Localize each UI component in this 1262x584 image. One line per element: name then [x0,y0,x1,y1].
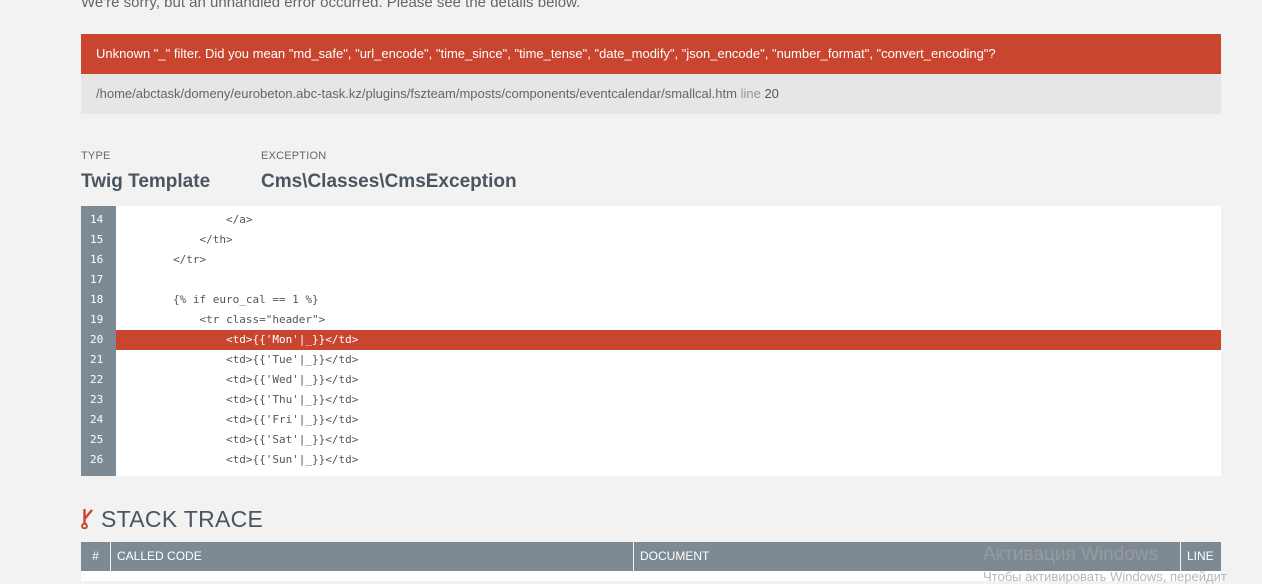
exception-value: Cms\Classes\CmsException [261,171,517,192]
error-box: Unknown "_" filter. Did you mean "md_saf… [81,34,1221,114]
branch-icon [81,507,97,530]
error-line-label: line [740,86,761,101]
code-line-number: 25 [90,433,104,446]
windows-activation-subtitle: Чтобы активировать Windows, перейдит [983,569,1227,584]
code-line-number: 22 [90,373,104,386]
type-label: TYPE [81,150,111,162]
code-line-text: <tr class="header"> [120,313,326,326]
code-line-number: 20 [90,333,104,346]
code-line-number: 21 [90,353,104,366]
stack-trace-title: STACK TRACE [101,506,264,532]
code-line-text: <td>{{'Wed'|_}}</td> [120,373,359,386]
code-line-text: <td>{{'Sun'|_}}</td> [120,453,359,466]
exception-info: EXCEPTION Cms\Classes\CmsException [261,150,517,193]
code-line-text: </tr> [120,253,207,266]
code-line: 16 </tr> [81,250,1221,270]
code-line: 24 <td>{{'Fri'|_}}</td> [81,410,1221,430]
error-file-path: /home/abctask/domeny/eurobeton.abc-task.… [96,86,737,101]
code-line-text: <td>{{'Mon'|_}}</td> [116,330,1221,350]
windows-activation-title: Активация Windows [983,544,1159,565]
code-line: 22 <td>{{'Wed'|_}}</td> [81,370,1221,390]
code-line-text: </a> [120,213,253,226]
code-line-text: <td>{{'Thu'|_}}</td> [120,393,359,406]
code-line-number: 16 [90,253,104,266]
stack-trace-heading: STACK TRACE [81,506,263,533]
code-line-number: 15 [90,233,104,246]
code-line-text: <td>{{'Fri'|_}}</td> [120,413,359,426]
code-line-text: <td>{{'Sat'|_}}</td> [120,433,359,446]
code-line-number: 19 [90,313,104,326]
code-line-text: <td>{{'Tue'|_}}</td> [120,353,359,366]
code-line: 25 <td>{{'Sat'|_}}</td> [81,430,1221,450]
type-value: Twig Template [81,171,211,192]
type-info: TYPE Twig Template [81,150,210,193]
code-line-number: 18 [90,293,104,306]
code-line-text: </th> [120,233,233,246]
exception-label: EXCEPTION [261,150,327,162]
code-line-number: 14 [90,213,104,226]
code-line: 15 </th> [81,230,1221,250]
code-line-number: 26 [90,453,104,466]
error-line-number: 20 [764,86,779,101]
column-line: LINE [1187,549,1214,563]
code-line-number: 24 [90,413,104,426]
code-line: 21 <td>{{'Tue'|_}}</td> [81,350,1221,370]
code-line: 14 </a> [81,210,1221,230]
code-line: 18 {% if euro_cal == 1 %} [81,290,1221,310]
code-line: 17 [81,270,1221,290]
column-called-code: CALLED CODE [111,542,634,571]
column-number: # [81,542,111,571]
code-line-text: {% if euro_cal == 1 %} [120,293,319,306]
code-snippet: 14 </a> 15 </th> 16 </tr> 17 18 {% if euro_c… [81,206,1221,476]
error-message: Unknown "_" filter. Did you mean "md_saf… [81,34,1221,74]
intro-text: We're sorry, but an unhandled error occu… [81,0,581,11]
code-line-number: 17 [90,273,104,286]
code-line: 19 <tr class="header"> [81,310,1221,330]
code-line-highlighted: 20 <td>{{'Mon'|_}}</td> [81,330,1221,350]
code-line: 23 <td>{{'Thu'|_}}</td> [81,390,1221,410]
code-line: 26 <td>{{'Sun'|_}}</td> [81,450,1221,470]
error-location: /home/abctask/domeny/eurobeton.abc-task.… [81,74,1221,114]
code-line-number: 23 [90,393,104,406]
